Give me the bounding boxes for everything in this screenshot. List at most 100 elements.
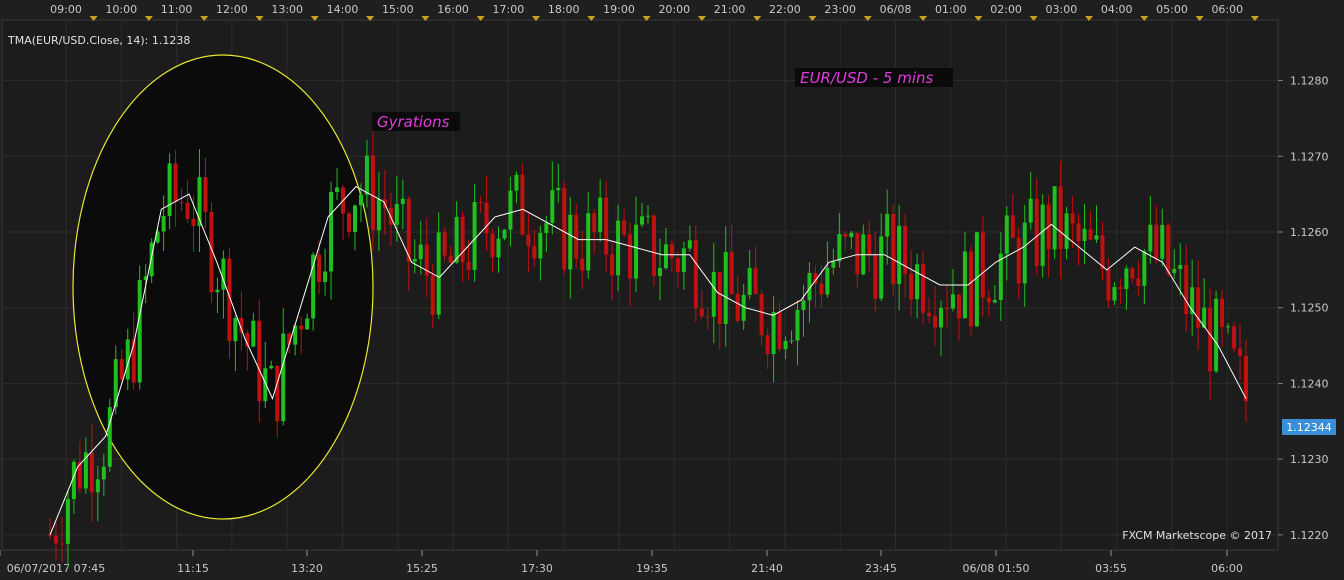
- candle-body: [699, 308, 704, 317]
- title-annotation: EUR/USD - 5 mins: [800, 69, 934, 87]
- candle-body: [173, 163, 178, 202]
- candle-body: [729, 252, 734, 294]
- candle-body: [574, 214, 579, 259]
- candle-body: [347, 213, 351, 233]
- candle-body: [765, 335, 770, 355]
- top-time-label: 15:00: [382, 3, 414, 16]
- candle-body: [789, 340, 794, 342]
- candle-body: [1058, 186, 1063, 249]
- top-time-label: 12:00: [216, 3, 248, 16]
- candle-body: [1040, 204, 1045, 266]
- price-tick-label: 1.1270: [1290, 150, 1329, 163]
- candle-body: [651, 215, 656, 276]
- candle-body: [215, 289, 220, 293]
- top-time-label: 10:00: [105, 3, 137, 16]
- candle-body: [950, 294, 955, 309]
- candle-body: [1034, 198, 1039, 266]
- candle-body: [663, 244, 668, 269]
- top-time-label: 01:00: [935, 3, 967, 16]
- bottom-time-label: 17:30: [521, 562, 553, 575]
- candle-body: [478, 202, 483, 204]
- bottom-time-label: 03:55: [1095, 562, 1127, 575]
- candle-body: [586, 213, 591, 271]
- candle-body: [466, 262, 471, 270]
- candle-body: [562, 188, 567, 270]
- candle-body: [747, 268, 752, 295]
- candle-body: [879, 236, 884, 299]
- candle-body: [634, 224, 639, 279]
- bottom-time-label: 06/07/2017 07:45: [7, 562, 106, 575]
- candle-body: [508, 190, 513, 230]
- candle-body: [1052, 186, 1057, 250]
- candle-body: [448, 255, 453, 263]
- candle-body: [358, 194, 363, 206]
- candle-body: [1100, 235, 1105, 270]
- candle-body: [251, 320, 256, 347]
- candle-body: [203, 177, 208, 212]
- candle-body: [101, 466, 106, 480]
- bottom-time-label: 13:20: [291, 562, 323, 575]
- candle-body: [275, 365, 280, 422]
- candle-body: [1022, 222, 1027, 284]
- candle-body: [430, 275, 435, 315]
- candle-body: [59, 543, 64, 545]
- candle-body: [681, 248, 686, 273]
- candle-body: [843, 233, 848, 238]
- candle-body: [622, 220, 627, 235]
- candle-body: [65, 499, 70, 544]
- candle-body: [968, 251, 973, 327]
- candle-body: [1178, 264, 1183, 269]
- candle-body: [179, 201, 184, 203]
- current-price-label: 1.12344: [1286, 421, 1332, 434]
- bottom-time-label: 11:15: [177, 562, 209, 575]
- top-time-label: 06/08: [880, 3, 912, 16]
- candle-body: [592, 213, 597, 232]
- candle-body: [986, 297, 991, 303]
- candle-body: [915, 264, 920, 300]
- bottom-time-label: 21:40: [751, 562, 783, 575]
- candle-body: [233, 317, 238, 342]
- top-time-label: 14:00: [327, 3, 359, 16]
- candle-body: [610, 254, 615, 276]
- candle-body: [161, 215, 166, 232]
- top-time-label: 18:00: [548, 3, 580, 16]
- candle-body: [1196, 287, 1201, 328]
- bottom-time-label: 19:35: [636, 562, 668, 575]
- candle-body: [669, 244, 674, 259]
- candle-body: [1148, 224, 1153, 252]
- candle-body: [370, 155, 375, 231]
- candle-body: [646, 215, 650, 217]
- candle-body: [921, 264, 926, 313]
- candle-body: [400, 198, 405, 205]
- candle-body: [107, 407, 112, 467]
- candle-body: [167, 163, 172, 216]
- candle-body: [1238, 348, 1243, 356]
- candle-body: [1244, 355, 1248, 402]
- candle-body: [735, 293, 740, 321]
- candle-body: [1142, 251, 1147, 286]
- candle-body: [502, 229, 507, 239]
- candle-body: [460, 216, 465, 263]
- candle-body: [945, 307, 949, 309]
- candle-body: [1112, 287, 1117, 301]
- candle-body: [873, 254, 878, 299]
- candle-body: [783, 340, 788, 350]
- price-chart[interactable]: 09:00 10:00 11:00 12:00 13:00 14:00 15:00 16:00…: [0, 0, 1344, 580]
- candle-body: [1214, 298, 1219, 372]
- candle-body: [693, 240, 698, 309]
- candle-body: [454, 216, 459, 263]
- top-time-label: 06:00: [1211, 3, 1243, 16]
- candle-body: [598, 197, 603, 232]
- candle-body: [1016, 237, 1021, 284]
- candle-body: [1082, 228, 1087, 242]
- candle-body: [1160, 224, 1165, 259]
- candle-body: [771, 312, 776, 355]
- candle-body: [711, 271, 716, 317]
- top-time-label: 17:00: [493, 3, 525, 16]
- candle-body: [885, 213, 890, 237]
- candle-body: [1220, 298, 1225, 328]
- candle-body: [496, 238, 501, 258]
- candle-body: [352, 205, 357, 233]
- candle-body: [1070, 213, 1075, 224]
- top-time-label: 23:00: [824, 3, 856, 16]
